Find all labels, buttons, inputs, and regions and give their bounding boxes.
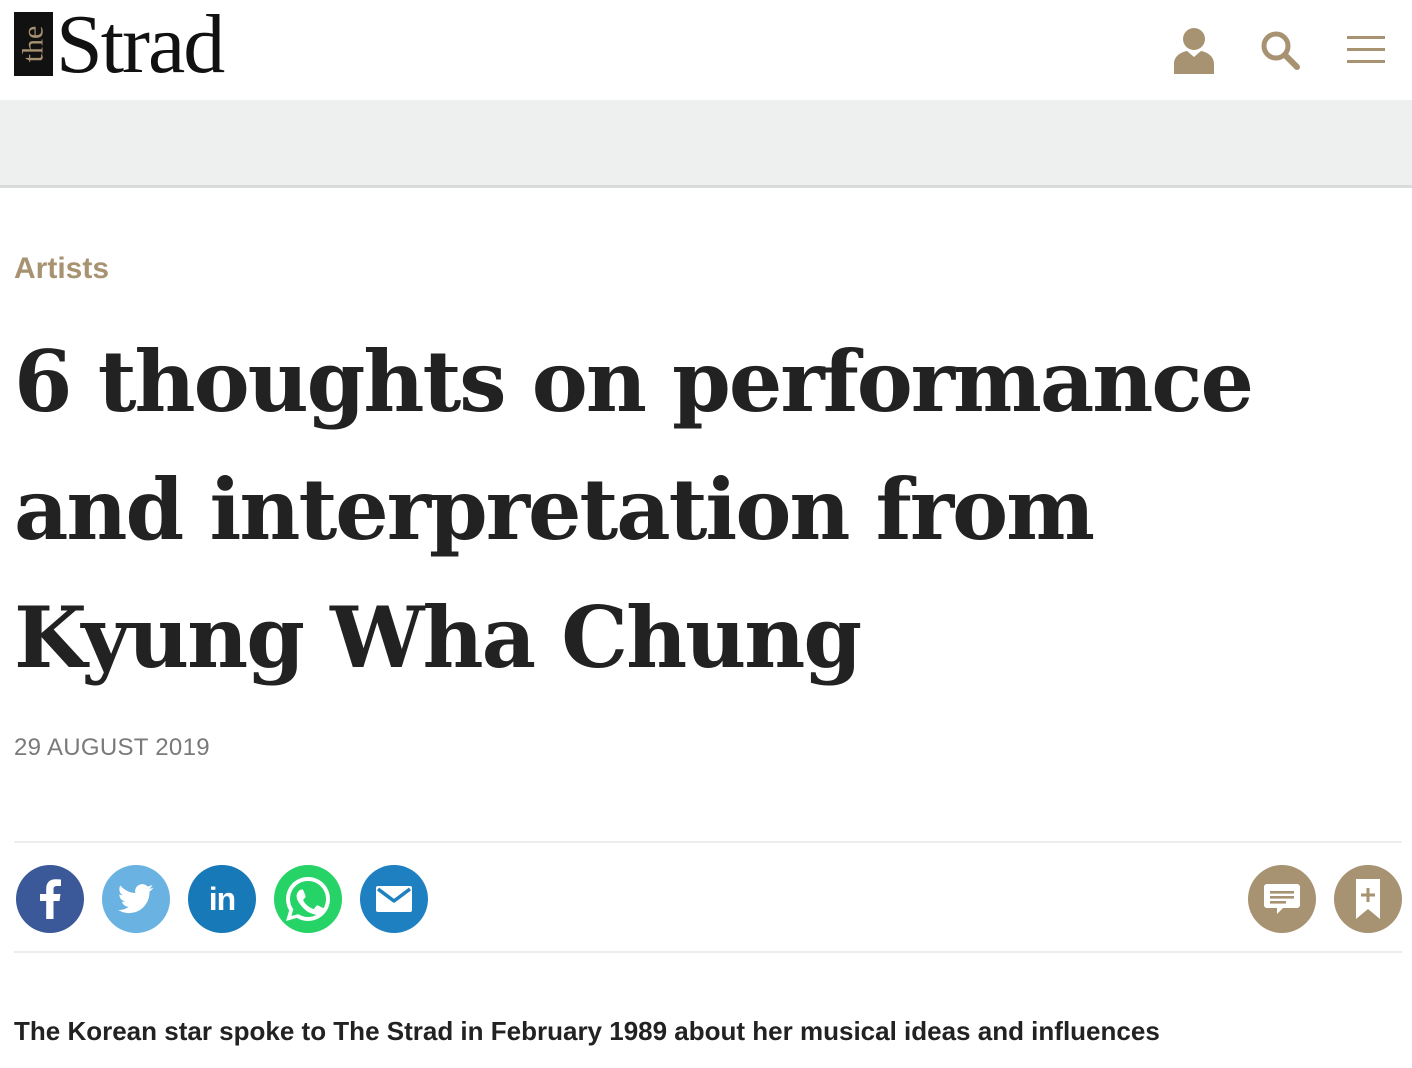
linkedin-icon: in: [208, 880, 236, 917]
ad-slot: [0, 100, 1412, 188]
share-divider-top: [14, 841, 1402, 843]
share-whatsapp-button[interactable]: [274, 865, 342, 933]
logo-wordmark: Strad: [56, 0, 225, 91]
comment-icon: [1264, 884, 1300, 914]
whatsapp-icon: [286, 877, 330, 921]
article-standfirst: The Korean star spoke to The Strad in Fe…: [14, 1016, 1160, 1046]
menu-icon: [1347, 36, 1385, 63]
share-divider-bottom: [14, 951, 1402, 953]
site-logo[interactable]: the Strad: [14, 0, 225, 91]
comments-button[interactable]: [1248, 865, 1316, 933]
share-linkedin-button[interactable]: in: [188, 865, 256, 933]
article-actions: [1248, 865, 1402, 933]
email-icon: [376, 886, 412, 912]
share-twitter-button[interactable]: [102, 865, 170, 933]
bookmark-icon: [1356, 879, 1380, 919]
logo-prefix: the: [16, 25, 50, 63]
share-bar: in: [14, 865, 1402, 935]
account-button[interactable]: [1172, 24, 1216, 76]
facebook-icon: [40, 879, 61, 919]
search-button[interactable]: [1258, 24, 1302, 76]
search-icon: [1261, 31, 1300, 70]
menu-button[interactable]: [1344, 24, 1388, 76]
share-email-button[interactable]: [360, 865, 428, 933]
header-actions: [1130, 24, 1388, 76]
logo-mark: the: [14, 12, 53, 76]
category-link[interactable]: Artists: [14, 252, 109, 286]
publish-date: 29 AUGUST 2019: [14, 734, 210, 761]
twitter-icon: [118, 884, 154, 914]
site-header: the Strad: [0, 0, 1412, 100]
article-headline: 6 thoughts on performance and interpreta…: [14, 332, 1254, 687]
bookmark-button[interactable]: [1334, 865, 1402, 933]
share-buttons: in: [16, 865, 428, 933]
user-icon: [1174, 28, 1214, 74]
share-facebook-button[interactable]: [16, 865, 84, 933]
